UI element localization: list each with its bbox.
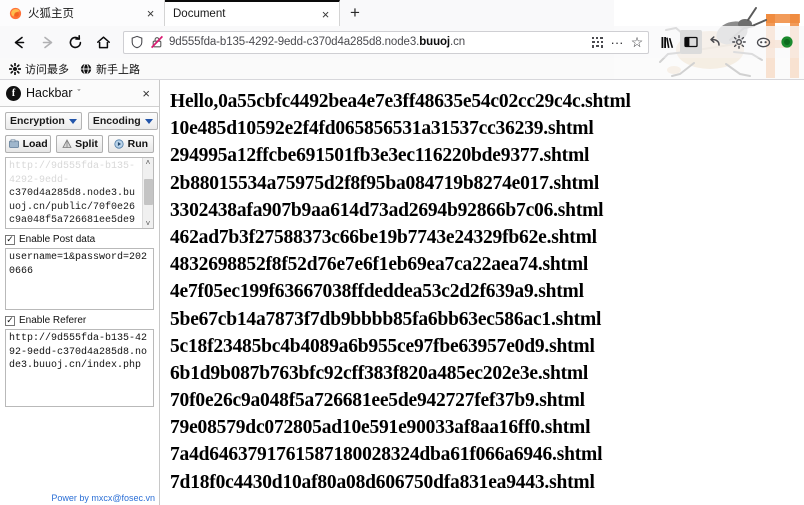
history-back-icon[interactable] (704, 30, 726, 54)
bookmark-getting-started[interactable]: 新手上路 (79, 61, 140, 77)
url-textarea-scrollbar[interactable]: ˄ ˅ (142, 158, 153, 228)
list-item: 5c18f23485bc4b4089a6b955ce97fbe63957e0d9… (170, 335, 595, 357)
run-icon (114, 139, 125, 150)
back-button[interactable] (6, 29, 32, 55)
content-row: f Hackbar ˇ × Encryption Encoding Load S… (0, 80, 804, 505)
hackbar-footer-credit: Power by mxcx@fosec.vn (51, 493, 155, 503)
split-button[interactable]: Split (56, 135, 103, 153)
hackbar-url-textarea[interactable]: http://9d555fda-b135-4292-9edd-c370d4a28… (5, 157, 154, 229)
bookmark-label: 新手上路 (96, 63, 140, 76)
chevron-down-icon[interactable]: ˇ (78, 88, 81, 98)
gear-icon (8, 62, 21, 75)
page-actions-icon[interactable]: ··· (609, 34, 625, 50)
reader-mode-icon[interactable] (589, 34, 605, 50)
list-item: 79e08579dc072805ad10e591e90033af8aa16ff0… (170, 417, 591, 439)
sidebar-toggle-icon[interactable] (680, 30, 702, 54)
url-prefix: 9d555fda-b135-4292-9edd-c370d4a285d8.nod… (169, 36, 420, 48)
enable-referer-label: Enable Referer (19, 315, 87, 326)
load-label: Load (22, 138, 48, 150)
list-item: 6b1d9b087b763bfc92cff383f820a485ec202e3e… (170, 362, 589, 384)
scrollbar-thumb[interactable] (143, 179, 153, 205)
hackbar-post-data-textarea[interactable]: username=1&password=2020666 (5, 248, 154, 310)
sidebar-close-icon[interactable]: × (139, 86, 153, 101)
tab-strip: 火狐主页 × Document × + (0, 0, 804, 26)
list-item: 5be67cb14a7873f7db9bbbb85fa6bb63ec586ac1… (170, 308, 602, 330)
hackbar-referer-textarea[interactable]: http://9d555fda-b135-4292-9edd-c370d4a28… (5, 329, 154, 407)
encryption-label: Encryption (10, 115, 65, 127)
forward-button[interactable] (34, 29, 60, 55)
lock-disabled-icon[interactable] (149, 34, 165, 50)
url-host-bold: buuoj (419, 36, 451, 48)
hackbar-dropdown-row: Encryption Encoding (5, 112, 158, 130)
list-item: 70f0e26c9a048f5a726681ee5de942727fef37b9… (170, 390, 585, 412)
address-bar[interactable]: 9d555fda-b135-4292-9edd-c370d4a285d8.nod… (123, 30, 649, 54)
post-data-wrapper: username=1&password=2020666 (5, 248, 154, 310)
page-content: Hello,0a55cbfc4492bea4e7e3ff48635e54c02c… (160, 80, 804, 505)
globe-icon (79, 62, 92, 75)
bookmark-most-visited[interactable]: 访问最多 (8, 61, 69, 77)
enable-referer-row[interactable]: ✓ Enable Referer (5, 315, 154, 326)
home-button[interactable] (90, 29, 116, 55)
list-item: 4e7f05ec199f63667038ffdeddea53c2d2f639a9… (170, 281, 584, 303)
url-field-wrapper: http://9d555fda-b135-4292-9edd-c370d4a28… (5, 157, 154, 229)
bookmark-label: 访问最多 (25, 63, 69, 76)
list-item: 2b88015534a75975d2f8f95ba084719b8274e017… (170, 172, 600, 194)
hackbar-title: Hackbar (26, 86, 73, 100)
hackbar-button-row: Load Split Run (5, 135, 154, 153)
enable-post-data-label: Enable Post data (19, 234, 96, 245)
split-icon (61, 139, 72, 150)
list-item: 462ad7b3f27588373c66be19b7743e24329fb62e… (170, 226, 597, 248)
run-button[interactable]: Run (107, 135, 154, 153)
encryption-dropdown[interactable]: Encryption (5, 112, 82, 130)
encoding-label: Encoding (92, 115, 141, 127)
enable-post-data-checkbox[interactable]: ✓ (5, 234, 15, 245)
split-label: Split (75, 138, 98, 150)
new-tab-button[interactable]: + (340, 0, 370, 26)
hackbar-sidebar: f Hackbar ˇ × Encryption Encoding Load S… (0, 80, 160, 505)
tab-close-icon[interactable]: × (318, 7, 333, 22)
scroll-up-icon[interactable]: ˄ (146, 158, 151, 167)
shtml-file-list: Hello,0a55cbfc4492bea4e7e3ff48635e54c02c… (170, 88, 804, 496)
list-item: Hello,0a55cbfc4492bea4e7e3ff48635e54c02c… (170, 91, 631, 112)
tab-close-icon[interactable]: × (143, 6, 158, 21)
encoding-dropdown[interactable]: Encoding (87, 112, 158, 130)
chevron-down-icon (68, 118, 77, 124)
tab-title: 火狐主页 (28, 8, 74, 20)
scroll-down-icon[interactable]: ˅ (146, 219, 151, 228)
hackbar-header: f Hackbar ˇ × (0, 80, 159, 107)
list-item: 10e485d10592e2f4fd065856531a31537cc36239… (170, 118, 594, 140)
bookmarks-toolbar: 访问最多 新手上路 (0, 58, 804, 80)
list-item: 3302438afa907b9aa614d73ad2694b92866b7c06… (170, 199, 604, 221)
reload-button[interactable] (62, 29, 88, 55)
tab-document[interactable]: Document × (165, 0, 340, 26)
bookmark-star-icon[interactable]: ☆ (629, 34, 645, 50)
settings-gear-icon[interactable] (728, 30, 750, 54)
url-value: c370d4a285d8.node3.buuoj.cn/public/70f0e… (9, 188, 136, 226)
address-bar-text: 9d555fda-b135-4292-9edd-c370d4a285d8.nod… (169, 36, 585, 48)
tab-title: Document (173, 8, 226, 20)
load-icon (9, 139, 20, 150)
hackbar-logo-icon: f (6, 85, 21, 101)
status-indicator-icon[interactable] (776, 30, 798, 54)
shield-icon[interactable] (129, 34, 145, 50)
url-clipped-line: http://9d555fda-b135-4292-9edd- (9, 161, 136, 186)
referer-wrapper: http://9d555fda-b135-4292-9edd-c370d4a28… (5, 329, 154, 407)
tab-firefox-home[interactable]: 火狐主页 × (0, 0, 165, 26)
list-item: 7a4d6463791761587180028324dba61f066a6946… (170, 444, 603, 466)
enable-post-data-row[interactable]: ✓ Enable Post data (5, 234, 154, 245)
url-suffix: .cn (450, 36, 466, 48)
chevron-down-icon (144, 118, 153, 124)
library-icon[interactable] (656, 30, 678, 54)
browser-window: 火狐主页 × Document × + 9d555fda-b135-4292-9… (0, 0, 804, 505)
navigation-toolbar: 9d555fda-b135-4292-9edd-c370d4a285d8.nod… (0, 26, 804, 58)
extension-icon[interactable] (752, 30, 774, 54)
run-label: Run (127, 138, 149, 150)
hackbar-pane: Encryption Encoding Load Split Run http:… (0, 107, 159, 412)
load-button[interactable]: Load (5, 135, 52, 153)
firefox-icon (8, 6, 22, 20)
list-item: 4832698852f8f52d76e7e6f1eb69ea7ca22aea74… (170, 254, 589, 276)
enable-referer-checkbox[interactable]: ✓ (5, 315, 15, 326)
list-item: 7d18f0c4430d10af80a08d606750dfa831ea9443… (170, 471, 595, 493)
list-item: 294995a12ffcbe691501fb3e3ec116220bde9377… (170, 145, 590, 167)
